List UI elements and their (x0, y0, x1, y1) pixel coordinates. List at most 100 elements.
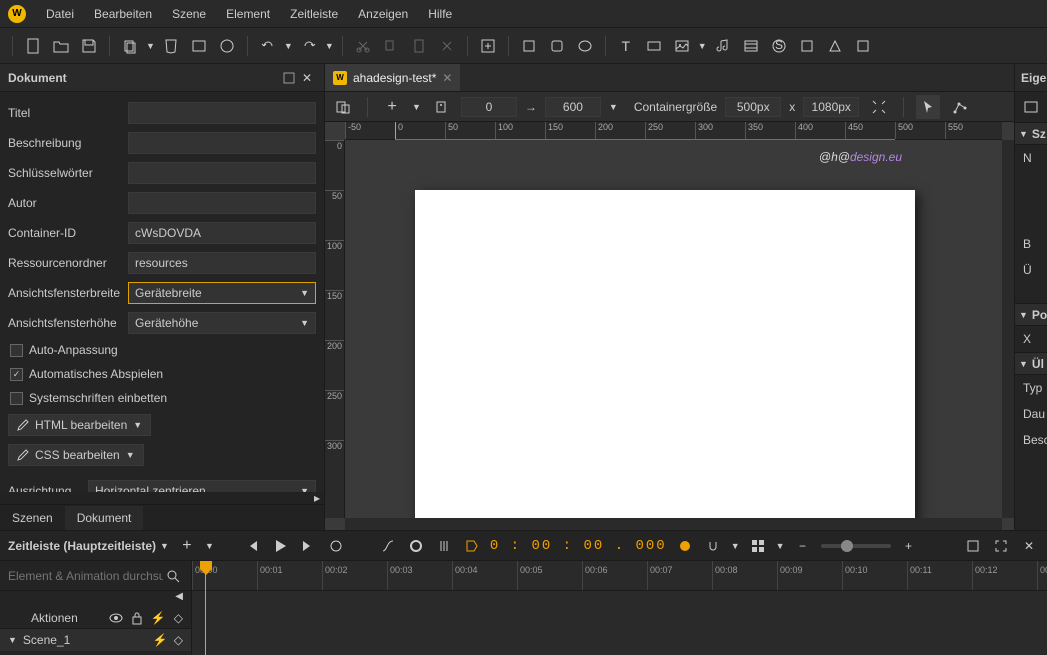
chevron-down-icon[interactable]: ▼ (731, 541, 740, 551)
close-timeline-icon[interactable]: ✕ (1019, 536, 1039, 556)
ellipse-icon[interactable] (573, 34, 597, 58)
record-icon[interactable] (406, 536, 426, 556)
auto-fit-checkbox[interactable] (10, 344, 23, 357)
person-icon[interactable] (429, 95, 453, 119)
search-icon[interactable] (163, 566, 183, 586)
timeline-ruler[interactable]: 00:0000:0100:0200:0300:0400:0500:0600:07… (192, 561, 1047, 591)
preview-icon[interactable] (187, 34, 211, 58)
shape-icon[interactable] (823, 34, 847, 58)
container-width-input[interactable] (725, 97, 781, 117)
add-timeline-icon[interactable]: + (177, 536, 197, 556)
zoom-from-input[interactable] (461, 97, 517, 117)
chevron-down-icon[interactable]: ▼ (146, 41, 155, 51)
html5-icon[interactable] (159, 34, 183, 58)
chevron-down-icon[interactable]: ▼ (412, 102, 421, 112)
scroll-right-icon[interactable]: ▸ (310, 492, 324, 504)
sysfont-checkbox[interactable] (10, 392, 23, 405)
chevron-down-icon[interactable]: ▼ (205, 541, 214, 551)
timeline-scene-row[interactable]: ▼ Scene_1 ⚡ ◇ (0, 629, 191, 651)
add-element-icon[interactable] (476, 34, 500, 58)
new-file-icon[interactable] (21, 34, 45, 58)
keywords-input[interactable] (128, 162, 316, 184)
more-icon[interactable] (851, 34, 875, 58)
symbol-icon[interactable]: S (767, 34, 791, 58)
file-tab[interactable]: W ahadesign-test* ✕ (325, 64, 460, 91)
description-input[interactable] (128, 132, 316, 154)
web-icon[interactable] (215, 34, 239, 58)
tab-document[interactable]: Dokument (65, 506, 144, 530)
tab-scenes[interactable]: Szenen (0, 506, 65, 530)
zoom-out-icon[interactable]: − (793, 536, 813, 556)
menu-timeline[interactable]: Zeitleiste (290, 7, 338, 21)
alignment-select[interactable]: Horizontal zentrieren▼ (88, 480, 316, 492)
open-folder-icon[interactable] (49, 34, 73, 58)
responsive-icon[interactable] (331, 95, 355, 119)
skip-end-icon[interactable] (298, 536, 318, 556)
viewport-width-select[interactable]: Gerätebreite▼ (128, 282, 316, 304)
edit-css-button[interactable]: CSS bearbeiten▼ (8, 444, 144, 466)
node-icon[interactable] (948, 95, 972, 119)
section-transition[interactable]: ▼Ül (1015, 352, 1047, 375)
skip-start-icon[interactable] (242, 536, 262, 556)
rect-icon[interactable] (517, 34, 541, 58)
canvas-viewport[interactable]: @h@design.eu (345, 140, 1002, 518)
menu-edit[interactable]: Bearbeiten (94, 7, 152, 21)
chevron-down-icon[interactable]: ▼ (284, 41, 293, 51)
menu-help[interactable]: Hilfe (428, 7, 452, 21)
horizontal-scrollbar[interactable] (345, 518, 1002, 530)
timeline-title[interactable]: Zeitleiste (Hauptzeitleiste)▼ (8, 539, 169, 553)
snap-icon[interactable] (703, 536, 723, 556)
settings-icon[interactable] (963, 536, 983, 556)
lock-icon[interactable] (131, 611, 143, 625)
keyframe-diamond-icon[interactable]: ◇ (174, 633, 183, 647)
chevron-down-icon[interactable]: ▼ (698, 41, 707, 51)
redo-icon[interactable] (297, 34, 321, 58)
html-element-icon[interactable] (642, 34, 666, 58)
zoom-slider[interactable] (821, 544, 891, 548)
pointer-icon[interactable] (916, 95, 940, 119)
copy-icon[interactable] (118, 34, 142, 58)
paste-icon[interactable] (407, 34, 431, 58)
close-tab-icon[interactable]: ✕ (442, 71, 452, 85)
undock-icon[interactable] (280, 69, 298, 87)
zoom-to-input[interactable] (545, 97, 601, 117)
delete-icon[interactable] (435, 34, 459, 58)
edit-html-button[interactable]: HTML bearbeiten▼ (8, 414, 151, 436)
autoplay-checkbox[interactable]: ✓ (10, 368, 23, 381)
keyframe-icon[interactable] (434, 536, 454, 556)
video-icon[interactable] (739, 34, 763, 58)
image-icon[interactable] (670, 34, 694, 58)
keyframe-diamond-icon[interactable]: ◇ (174, 611, 183, 625)
audio-icon[interactable] (711, 34, 735, 58)
cut-icon[interactable] (351, 34, 375, 58)
marker-icon[interactable] (675, 536, 695, 556)
save-icon[interactable] (77, 34, 101, 58)
visibility-icon[interactable] (109, 611, 123, 625)
vertical-scrollbar[interactable] (1002, 140, 1014, 518)
canvas[interactable] (415, 190, 915, 518)
timeline-track-area[interactable]: 00:0000:0100:0200:0300:0400:0500:0600:07… (192, 561, 1047, 655)
chevron-down-icon[interactable]: ▼ (776, 541, 785, 551)
menu-scene[interactable]: Szene (172, 7, 206, 21)
fit-icon[interactable] (867, 95, 891, 119)
action-icon[interactable]: ⚡ (153, 633, 168, 647)
menu-view[interactable]: Anzeigen (358, 7, 408, 21)
text-icon[interactable]: T (614, 34, 638, 58)
container-id-input[interactable] (128, 222, 316, 244)
timeline-search-input[interactable] (8, 569, 163, 583)
zoom-in-icon[interactable]: + (899, 536, 919, 556)
playhead-icon[interactable] (200, 561, 212, 575)
section-position[interactable]: ▼Po (1015, 303, 1047, 326)
loop-icon[interactable] (326, 536, 346, 556)
menu-file[interactable]: Datei (46, 7, 74, 21)
widget-icon[interactable] (795, 34, 819, 58)
menu-element[interactable]: Element (226, 7, 270, 21)
container-height-input[interactable] (803, 97, 859, 117)
author-input[interactable] (128, 192, 316, 214)
copy2-icon[interactable] (379, 34, 403, 58)
section-scene[interactable]: ▼Sz (1015, 122, 1047, 145)
collapse-left-icon[interactable]: ◀ (175, 591, 183, 607)
chevron-down-icon[interactable]: ▼ (325, 41, 334, 51)
action-icon[interactable]: ⚡ (151, 611, 166, 625)
add-breakpoint-icon[interactable]: + (380, 95, 404, 119)
